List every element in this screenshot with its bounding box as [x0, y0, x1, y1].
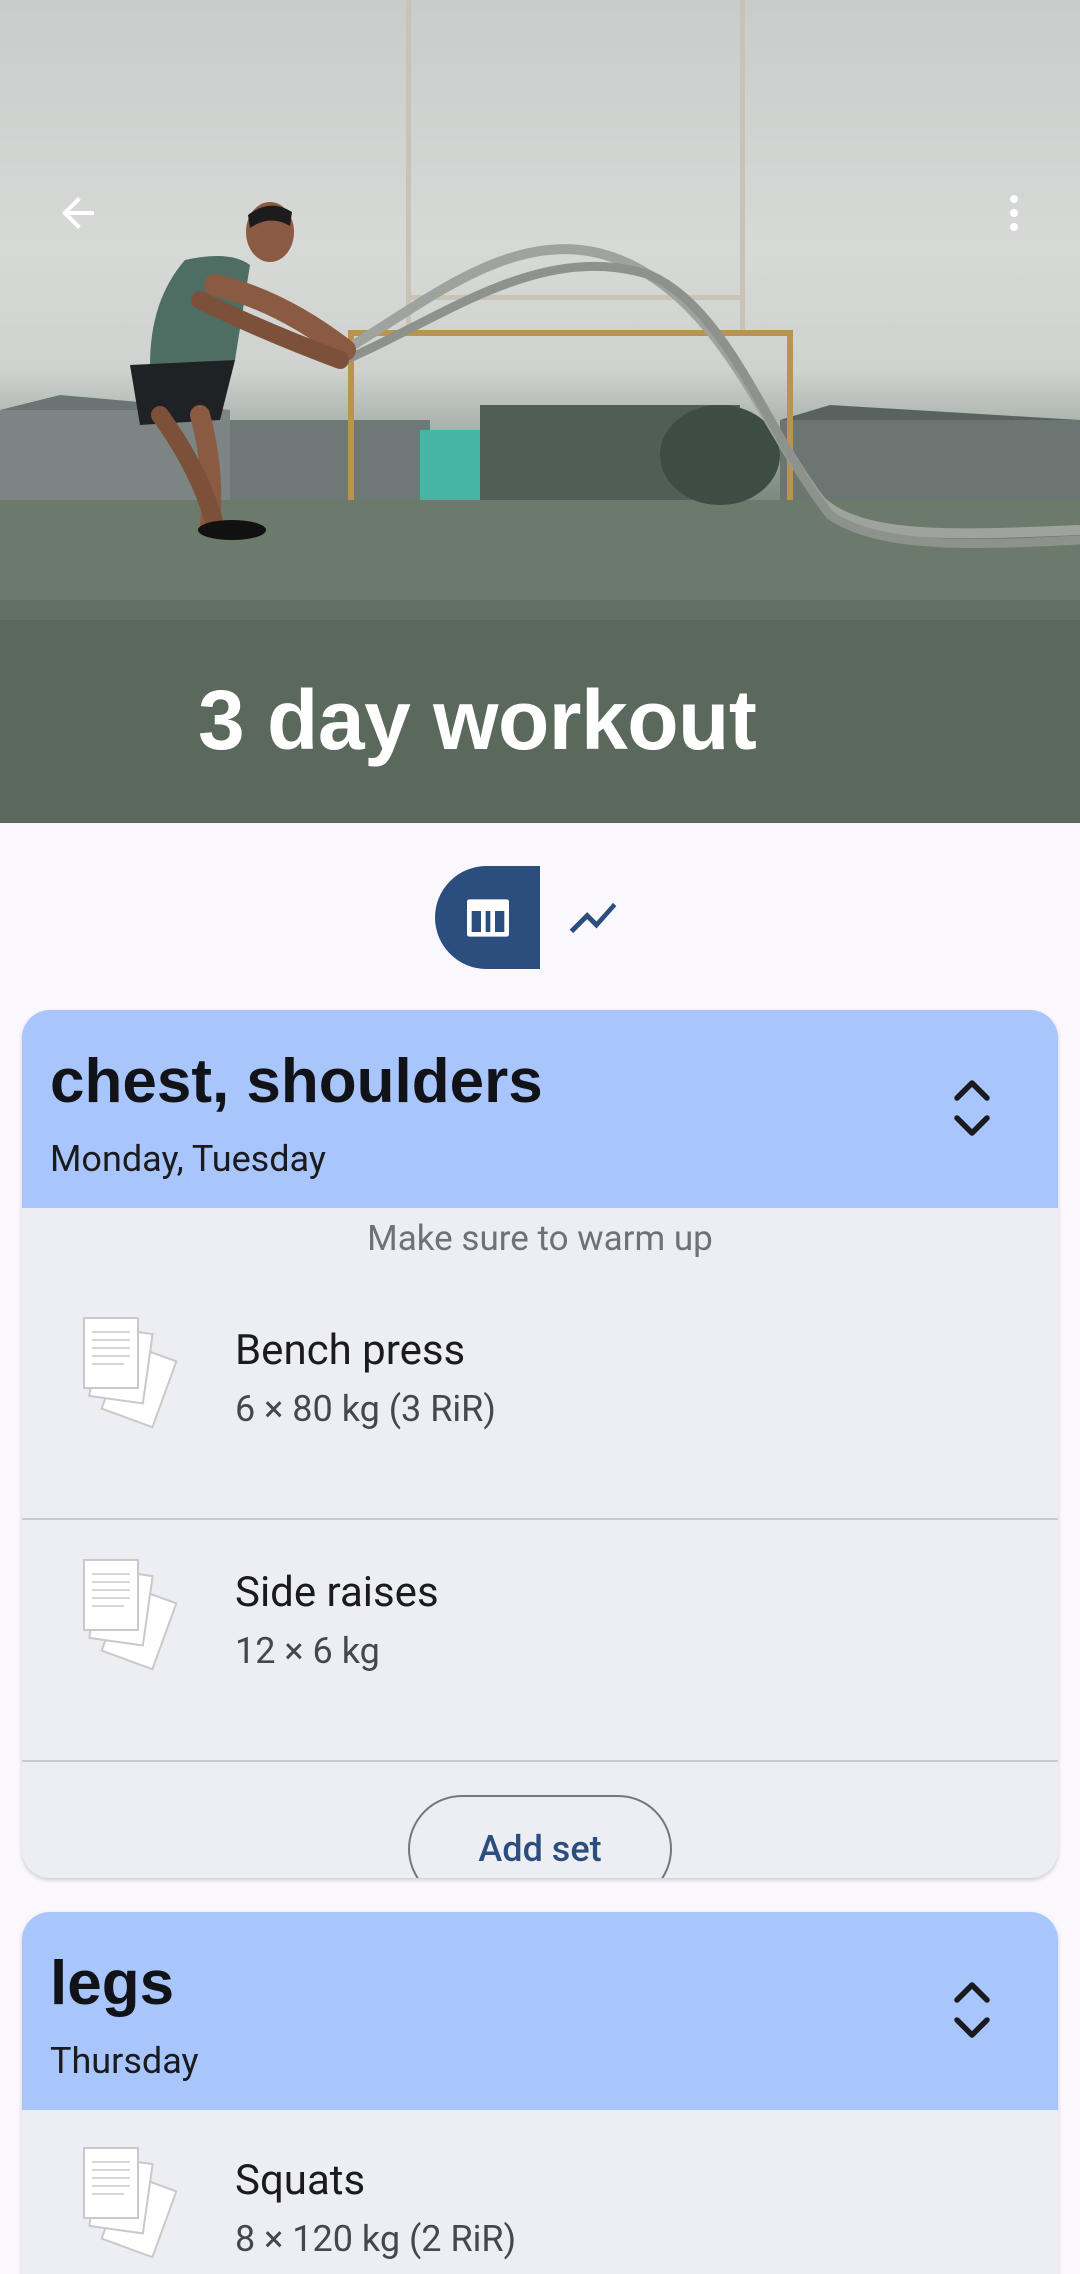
- documents-icon: [83, 2147, 178, 2259]
- documents-icon: [83, 1559, 178, 1671]
- day-card: legs Thursday Squats 8 × 120 kg (2 RiR): [22, 1912, 1058, 2274]
- exercise-row[interactable]: Bench press 6 × 80 kg (3 RiR): [22, 1278, 1058, 1520]
- more-vert-icon: [1010, 195, 1018, 231]
- hero-banner: 3 day workout: [0, 0, 1080, 823]
- table-icon: [466, 898, 509, 937]
- day-title: legs: [50, 1949, 175, 2018]
- day-note: Make sure to warm up: [367, 1218, 713, 1259]
- exercise-detail: 6 × 80 kg (3 RiR): [235, 1388, 496, 1430]
- day-subtitle: Monday, Tuesday: [50, 1138, 326, 1180]
- exercise-detail: 8 × 120 kg (2 RiR): [235, 2218, 517, 2260]
- exercise-name: Side raises: [235, 1568, 439, 1617]
- unfold-icon[interactable]: [942, 1974, 1002, 2046]
- day-card-header[interactable]: chest, shoulders Monday, Tuesday: [22, 1010, 1058, 1208]
- day-card: chest, shoulders Monday, Tuesday Make su…: [22, 1010, 1058, 1878]
- add-set-button[interactable]: Add set: [408, 1795, 672, 1878]
- exercise-row[interactable]: Side raises 12 × 6 kg: [22, 1520, 1058, 1762]
- arrow-left-icon: [62, 197, 94, 229]
- day-subtitle: Thursday: [50, 2040, 199, 2082]
- chart-line-icon: [569, 902, 616, 933]
- view-toggle: [435, 866, 645, 969]
- add-set-row: Add set: [22, 1762, 1058, 1878]
- back-button[interactable]: [30, 165, 126, 261]
- more-options-button[interactable]: [966, 165, 1062, 261]
- day-title: chest, shoulders: [50, 1047, 543, 1116]
- exercise-name: Squats: [235, 2156, 366, 2205]
- exercise-detail: 12 × 6 kg: [235, 1630, 380, 1672]
- exercise-name: Bench press: [235, 1326, 466, 1375]
- documents-icon: [83, 1317, 178, 1429]
- chart-view-button[interactable]: [540, 866, 645, 969]
- workout-title: 3 day workout: [198, 673, 757, 767]
- day-card-header[interactable]: legs Thursday: [22, 1912, 1058, 2110]
- exercise-row[interactable]: Squats 8 × 120 kg (2 RiR): [22, 2110, 1058, 2274]
- table-view-button[interactable]: [435, 866, 540, 969]
- unfold-icon[interactable]: [942, 1072, 1002, 1144]
